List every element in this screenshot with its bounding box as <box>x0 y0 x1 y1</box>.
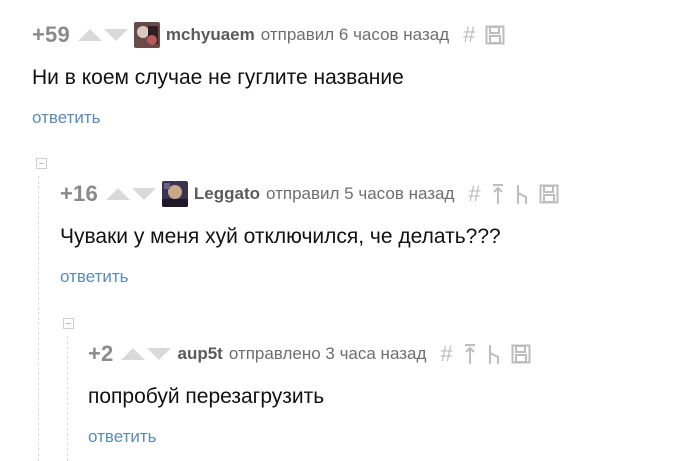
comment-rating: +2 <box>88 341 114 366</box>
upvote-arrow-icon[interactable] <box>121 348 146 360</box>
reply-link[interactable]: ответить <box>60 267 559 287</box>
comment-text: Чуваки у меня хуй отключился, че делать?… <box>60 225 501 248</box>
comment-rating: +16 <box>60 181 98 206</box>
collapse-toggle-icon[interactable] <box>63 318 74 329</box>
downvote-arrow-icon[interactable] <box>131 188 156 200</box>
downvote-arrow-icon[interactable] <box>147 348 172 360</box>
avatar[interactable] <box>133 22 160 48</box>
comment-timestamp: отправил 6 часов назад <box>260 25 450 44</box>
downvote-arrow-icon[interactable] <box>103 29 128 41</box>
thread-line-level-1 <box>38 176 39 461</box>
save-icon[interactable] <box>485 25 505 45</box>
vote-controls <box>77 29 128 41</box>
comment: +16 Leggato отправил 5 часов назад # Чув… <box>60 181 559 287</box>
go-to-parent-arrow-icon[interactable] <box>463 343 477 365</box>
comment-text: Ни в коем случае не гуглите название <box>32 66 404 89</box>
comment-header: +16 Leggato отправил 5 часов назад # <box>60 181 559 207</box>
comment-rating: +59 <box>32 22 70 47</box>
go-to-parent-arrow-icon[interactable] <box>491 183 505 205</box>
comment-tools: # <box>463 22 505 48</box>
vote-controls <box>105 188 156 200</box>
save-icon[interactable] <box>511 344 531 364</box>
comment-timestamp: отправил 5 часов назад <box>266 184 455 203</box>
branch-icon[interactable] <box>487 343 501 365</box>
reply-link[interactable]: ответить <box>88 427 531 447</box>
save-icon[interactable] <box>539 184 559 204</box>
comment-timestamp: отправлено 3 часа назад <box>228 344 427 363</box>
comment: +59 mchyuaem отправил 6 часов назад # Ни… <box>32 22 505 128</box>
upvote-arrow-icon[interactable] <box>77 29 102 41</box>
branch-icon[interactable] <box>515 183 529 205</box>
avatar[interactable] <box>161 181 188 207</box>
thread-line-level-2 <box>67 336 68 461</box>
comment-author[interactable]: aup5t <box>177 344 222 364</box>
comment: +2 aup5t отправлено 3 часа назад # попро… <box>88 341 531 447</box>
comment-tools: # <box>468 181 559 207</box>
permalink-hash-icon[interactable]: # <box>463 22 475 48</box>
vote-controls <box>121 348 172 360</box>
comment-author[interactable]: mchyuaem <box>166 25 255 45</box>
collapse-toggle-icon[interactable] <box>36 158 47 169</box>
reply-link[interactable]: ответить <box>32 108 505 128</box>
comment-header: +59 mchyuaem отправил 6 часов назад # <box>32 22 505 48</box>
comment-header: +2 aup5t отправлено 3 часа назад # <box>88 341 531 367</box>
permalink-hash-icon[interactable]: # <box>440 341 452 367</box>
comment-author[interactable]: Leggato <box>194 184 260 204</box>
comment-text: попробуй перезагрузить <box>88 385 325 408</box>
comment-tools: # <box>440 341 531 367</box>
upvote-arrow-icon[interactable] <box>105 188 130 200</box>
permalink-hash-icon[interactable]: # <box>468 181 480 207</box>
